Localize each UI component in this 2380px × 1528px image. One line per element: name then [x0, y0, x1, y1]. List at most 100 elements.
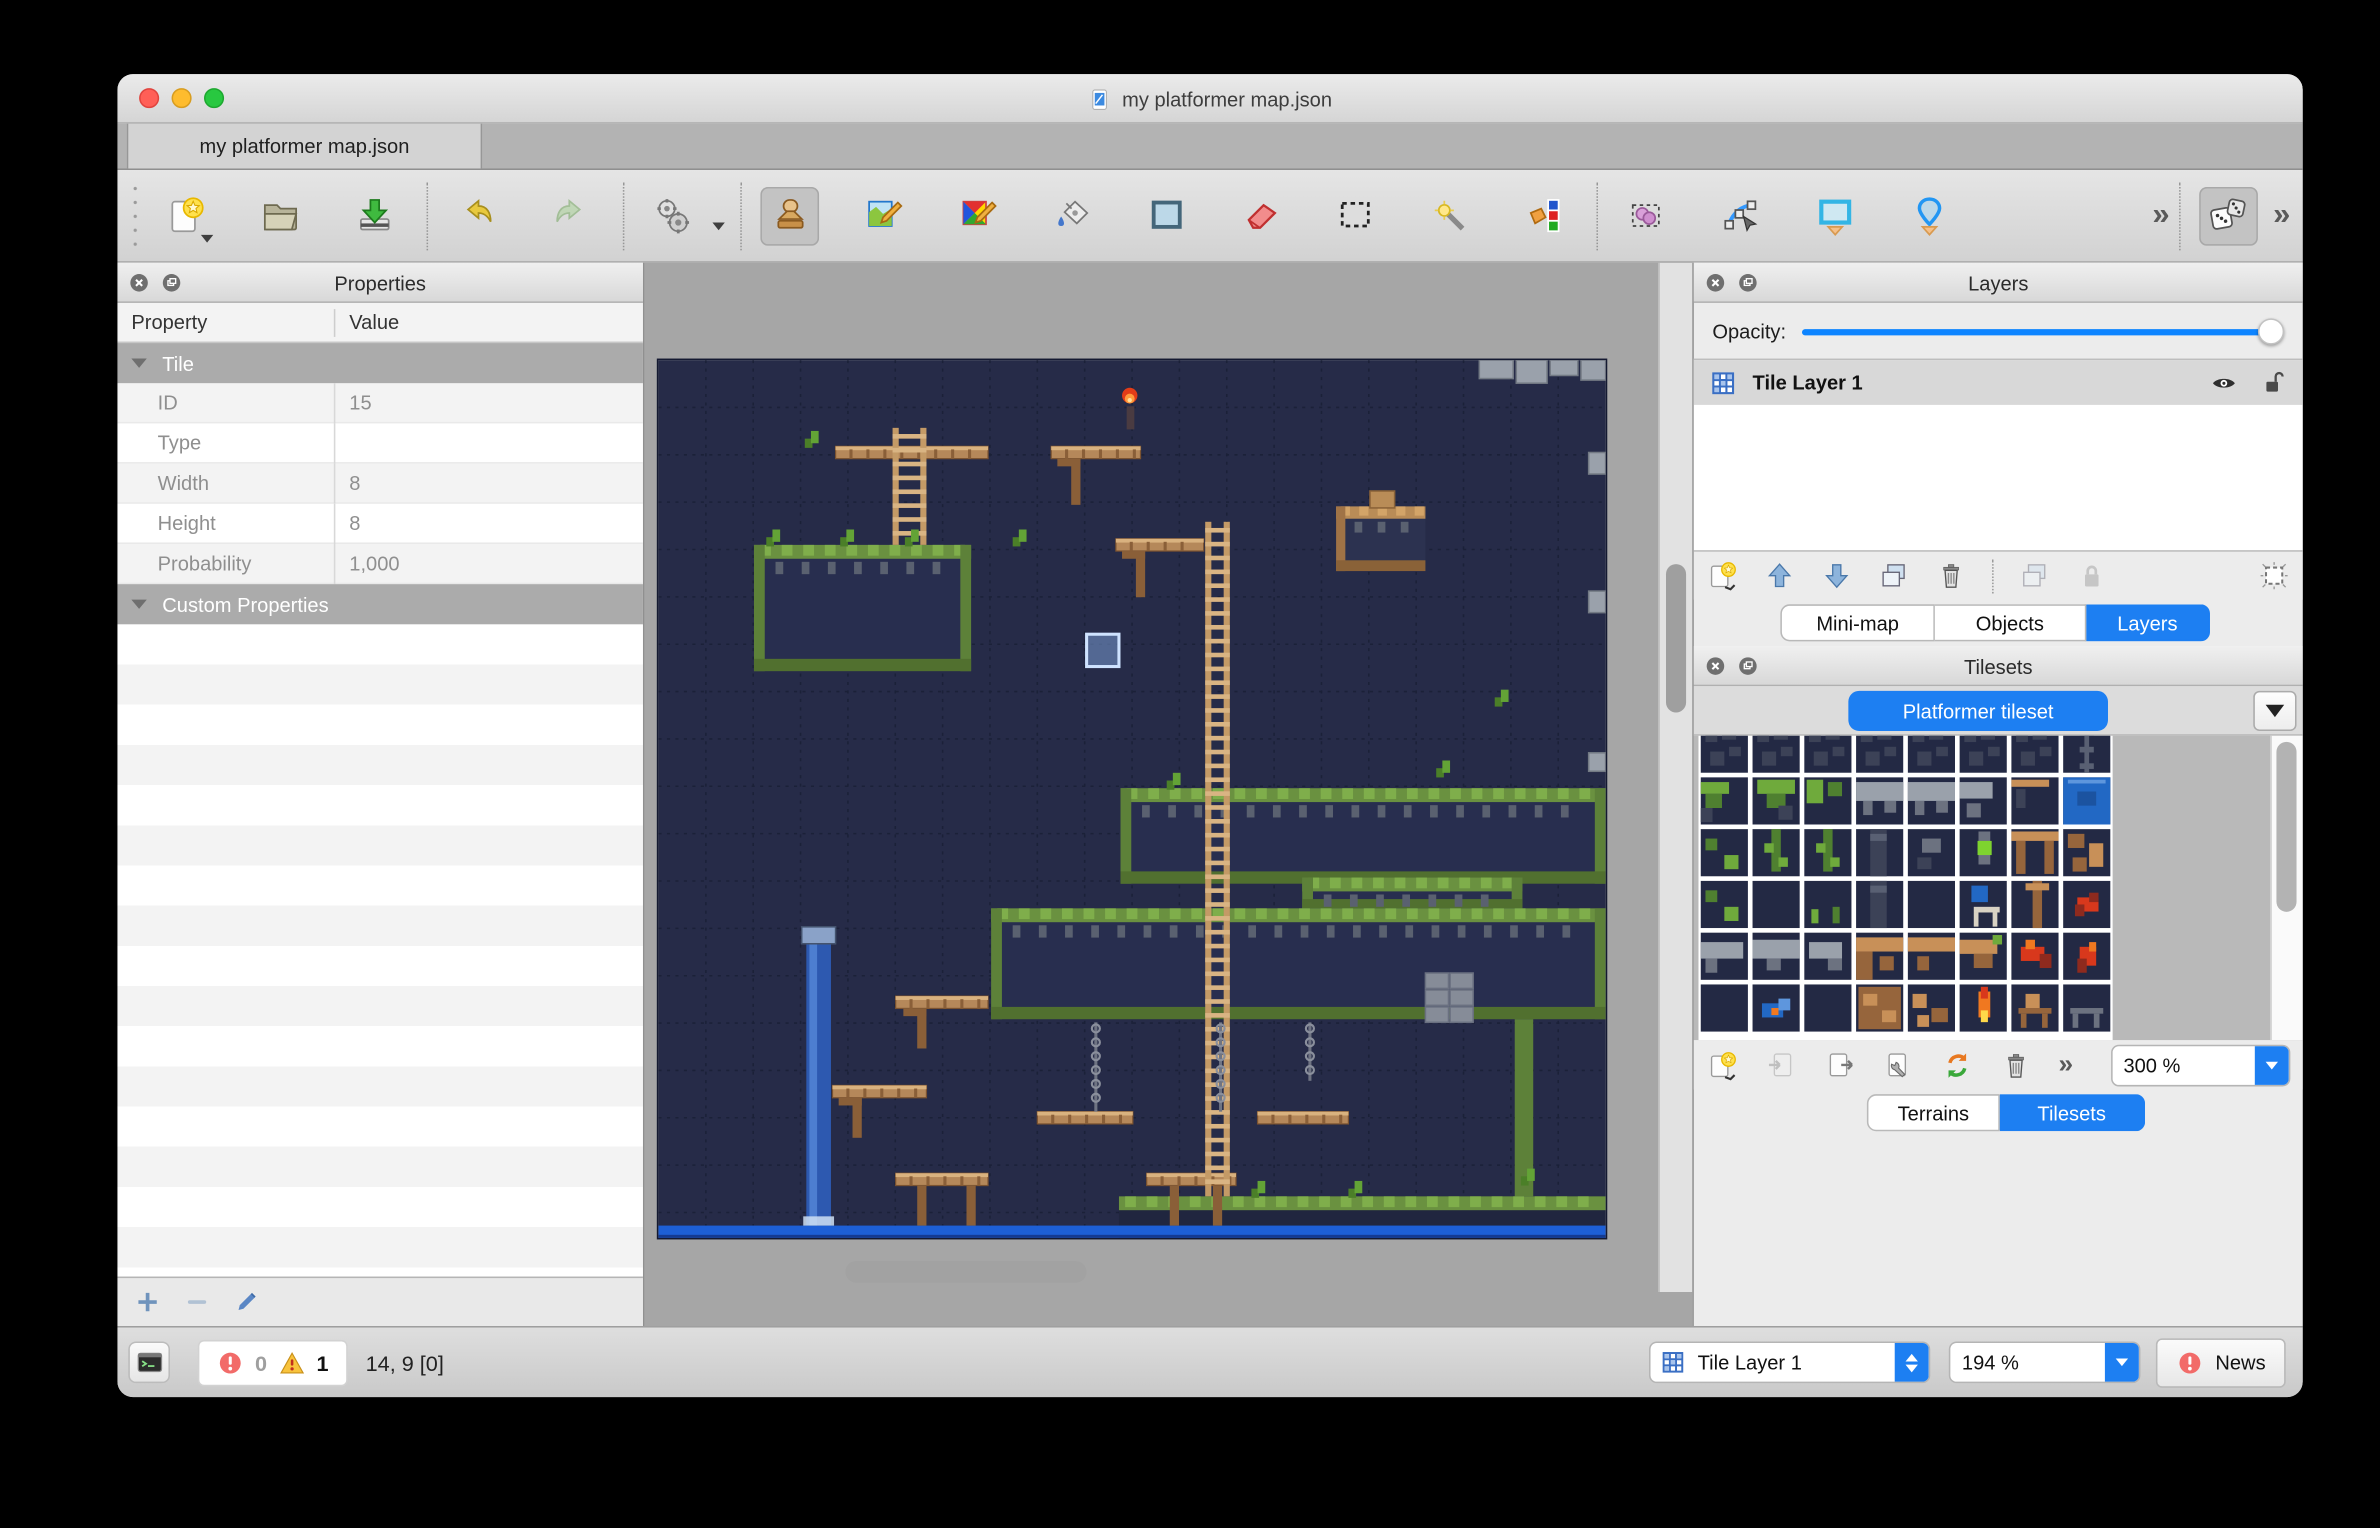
float-panel-icon[interactable] — [1736, 270, 1761, 295]
redo-button[interactable] — [541, 186, 600, 245]
document-tab[interactable]: my platformer map.json — [127, 124, 482, 169]
toolbar-grip[interactable] — [130, 183, 141, 248]
chevron-down-icon — [2266, 705, 2285, 717]
toolbar-overflow-button-2[interactable]: » — [2273, 198, 2290, 234]
tileset-scrollbar-thumb[interactable] — [2276, 742, 2296, 912]
open-file-button[interactable] — [250, 186, 309, 245]
property-row-type[interactable]: Type — [117, 423, 642, 463]
magic-wand-button[interactable] — [1420, 186, 1479, 245]
tab-layers[interactable]: Layers — [2086, 604, 2210, 641]
right-dock: Layers Opacity: Tile Layer 1 — [1692, 263, 2302, 1326]
layer-row-tile-layer-1[interactable]: Tile Layer 1 — [1694, 360, 2303, 405]
remove-tileset-button[interactable] — [2000, 1049, 2032, 1081]
edit-polygons-button[interactable] — [1711, 186, 1770, 245]
property-row-width[interactable]: Width8 — [117, 464, 642, 504]
select-same-tile-button[interactable] — [1515, 186, 1574, 245]
tileset-toolbar-overflow[interactable]: » — [2059, 1049, 2074, 1080]
random-mode-button[interactable] — [2199, 186, 2258, 245]
map-vertical-scrollbar[interactable] — [1658, 263, 1692, 1292]
custom-properties-group-row[interactable]: Custom Properties — [117, 584, 642, 624]
collapse-triangle-icon[interactable] — [131, 600, 146, 609]
edit-tileset-button[interactable] — [1882, 1049, 1914, 1081]
news-button[interactable]: News — [2157, 1338, 2286, 1387]
tileset-grid[interactable] — [1698, 736, 2112, 1040]
tab-objects[interactable]: Objects — [1935, 604, 2086, 641]
embed-tileset-button[interactable] — [1765, 1049, 1797, 1081]
wang-brush-button[interactable] — [949, 186, 1008, 245]
layer-visibility-eye-icon[interactable] — [2208, 367, 2239, 398]
opacity-slider[interactable] — [1802, 318, 2285, 344]
chevron-down-icon — [2266, 1061, 2278, 1069]
float-panel-icon[interactable] — [1736, 654, 1761, 679]
opacity-slider-thumb[interactable] — [2258, 318, 2284, 344]
toolbar-separator — [427, 182, 429, 250]
chevron-down-icon[interactable] — [712, 223, 724, 231]
document-icon — [1088, 87, 1111, 110]
commands-button[interactable] — [643, 186, 702, 245]
insert-point-button[interactable] — [1899, 186, 1958, 245]
select-objects-button[interactable] — [1617, 186, 1676, 245]
toolbar-separator — [1992, 559, 1994, 593]
bucket-fill-button[interactable] — [1043, 186, 1102, 245]
tile-group-row[interactable]: Tile — [117, 343, 642, 383]
save-button[interactable] — [345, 186, 404, 245]
property-row-height[interactable]: Height8 — [117, 504, 642, 544]
edit-property-button[interactable] — [232, 1287, 261, 1316]
map-vertical-scrollbar-thumb[interactable] — [1666, 564, 1686, 712]
new-layer-button[interactable] — [1706, 559, 1738, 591]
stamp-brush-button[interactable] — [760, 186, 819, 245]
eraser-button[interactable] — [1232, 186, 1291, 245]
add-property-button[interactable] — [133, 1287, 162, 1316]
close-panel-icon[interactable] — [127, 270, 152, 295]
toggle-other-layers-button[interactable] — [2018, 559, 2050, 591]
undo-button[interactable] — [447, 186, 506, 245]
duplicate-layer-button[interactable] — [1878, 559, 1910, 591]
tileset-zoom-select[interactable]: 300 % — [2111, 1044, 2290, 1086]
value-column-header[interactable]: Value — [334, 308, 643, 336]
issues-counter[interactable]: 0 1 — [198, 1339, 347, 1385]
tileset-view[interactable] — [1694, 736, 2303, 1040]
lower-layer-button[interactable] — [1821, 559, 1853, 591]
raise-layer-button[interactable] — [1763, 559, 1795, 591]
highlight-current-layer-button[interactable] — [2258, 559, 2290, 591]
map-canvas[interactable] — [657, 359, 1607, 1240]
close-panel-icon[interactable] — [1703, 270, 1728, 295]
tileset-list-dropdown-button[interactable] — [2253, 691, 2296, 731]
tilesets-panel-header: Tilesets — [1694, 646, 2303, 686]
tab-mini-map[interactable]: Mini-map — [1780, 604, 1935, 641]
tab-terrains[interactable]: Terrains — [1867, 1094, 2000, 1131]
new-tileset-button[interactable] — [1706, 1049, 1738, 1081]
remove-layer-button[interactable] — [1935, 559, 1967, 591]
close-panel-icon[interactable] — [1703, 654, 1728, 679]
property-row-id[interactable]: ID15 — [117, 383, 642, 423]
tab-tilesets[interactable]: Tilesets — [2000, 1094, 2145, 1131]
console-button[interactable] — [128, 1341, 170, 1383]
dropdown-chevron-button[interactable] — [2106, 1341, 2140, 1383]
replace-tileset-button[interactable] — [1941, 1049, 1973, 1081]
layers-toolbar — [1694, 550, 2303, 599]
dropdown-chevron-button[interactable] — [2255, 1044, 2289, 1086]
shape-fill-button[interactable] — [1137, 186, 1196, 245]
map-horizontal-scrollbar-thumb[interactable] — [845, 1261, 1086, 1283]
current-layer-select[interactable]: Tile Layer 1 — [1650, 1341, 1931, 1383]
lock-layer-button[interactable] — [2076, 559, 2108, 591]
float-panel-icon[interactable] — [159, 270, 184, 295]
map-horizontal-scrollbar[interactable] — [657, 1258, 1609, 1286]
tileset-scrollbar[interactable] — [2270, 736, 2302, 1040]
stepper-button[interactable] — [1895, 1341, 1929, 1383]
export-tileset-button[interactable] — [1824, 1049, 1856, 1081]
terrain-brush-button[interactable] — [855, 186, 914, 245]
property-row-probability[interactable]: Probability1,000 — [117, 544, 642, 584]
layer-unlocked-icon[interactable] — [2259, 367, 2287, 395]
property-column-header[interactable]: Property — [117, 311, 333, 334]
tab-platformer-tileset[interactable]: Platformer tileset — [1848, 691, 2108, 731]
properties-empty-rows — [117, 624, 642, 1276]
map-zoom-select[interactable]: 194 % — [1950, 1341, 2142, 1383]
insert-rectangle-icon — [1814, 195, 1856, 237]
insert-rectangle-button[interactable] — [1805, 186, 1864, 245]
collapse-triangle-icon[interactable] — [131, 359, 146, 368]
rectangular-select-button[interactable] — [1326, 186, 1385, 245]
toolbar-overflow-button[interactable]: » — [2152, 198, 2169, 234]
remove-property-button[interactable] — [182, 1287, 211, 1316]
new-map-button[interactable] — [156, 186, 215, 245]
